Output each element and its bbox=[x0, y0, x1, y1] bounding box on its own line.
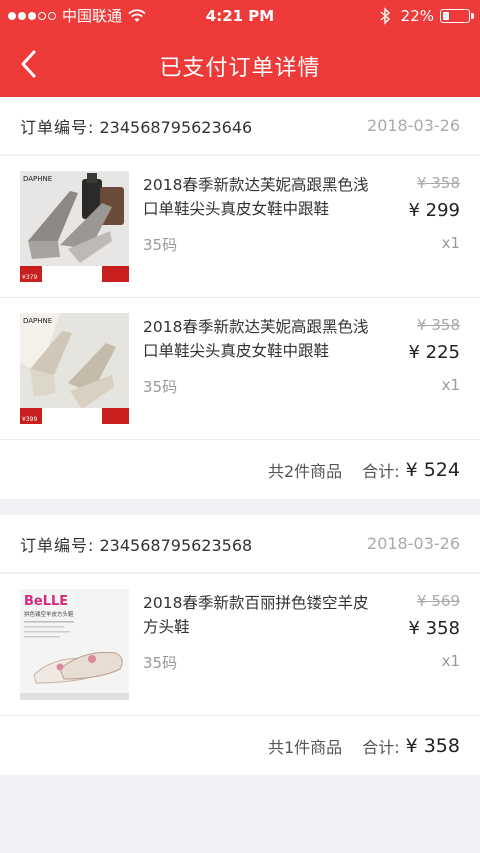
order-number-value: 234568795623568 bbox=[99, 535, 253, 555]
original-price: ¥ 569 bbox=[417, 592, 460, 610]
product-title: 2018春季新款百丽拼色镂空羊皮方头鞋 bbox=[143, 594, 369, 636]
item-quantity: x1 bbox=[441, 376, 460, 394]
order-card[interactable]: 订单编号: 234568795623646 2018-03-26 DAPHNE bbox=[0, 97, 480, 499]
order-number-label: 订单编号: bbox=[20, 535, 95, 555]
item-count: 共1件商品 bbox=[268, 737, 343, 757]
item-quantity: x1 bbox=[441, 652, 460, 670]
product-size: 35码 bbox=[143, 378, 178, 396]
order-summary: 共2件商品 合计: ¥ 524 bbox=[0, 439, 480, 499]
order-number: 订单编号: 234568795623646 bbox=[20, 114, 252, 138]
status-right: 22% bbox=[379, 0, 474, 32]
status-bar: 中国联通 4:21 PM 22% bbox=[0, 0, 480, 32]
total-label: 合计: bbox=[362, 737, 400, 757]
product-image[interactable]: DAPHNE ¥379 bbox=[20, 171, 129, 282]
order-total: ¥ 524 bbox=[405, 458, 460, 481]
order-date: 2018-03-26 bbox=[367, 534, 460, 553]
original-price: ¥ 358 bbox=[417, 316, 460, 334]
order-item[interactable]: DAPHNE ¥399 2018春季新款达芙妮高跟黑色浅口单鞋尖头真皮女鞋中跟鞋… bbox=[0, 297, 480, 439]
top-bar: 中国联通 4:21 PM 22% 已支付订单详情 bbox=[0, 0, 480, 97]
bluetooth-icon bbox=[380, 7, 390, 25]
product-brand-text: DAPHNE bbox=[23, 175, 52, 183]
battery-icon bbox=[440, 9, 474, 23]
product-photo: BeLLE 拼色镂空羊皮方头鞋 bbox=[20, 589, 129, 700]
order-date: 2018-03-26 bbox=[367, 116, 460, 135]
paid-price: ¥ 225 bbox=[408, 342, 460, 363]
order-total: ¥ 358 bbox=[405, 734, 460, 757]
original-price: ¥ 358 bbox=[417, 174, 460, 192]
product-brand-text: BeLLE bbox=[24, 594, 68, 609]
product-image[interactable]: BeLLE 拼色镂空羊皮方头鞋 bbox=[20, 589, 129, 700]
paid-price: ¥ 358 bbox=[408, 618, 460, 639]
item-quantity: x1 bbox=[441, 234, 460, 252]
product-title: 2018春季新款达芙妮高跟黑色浅口单鞋尖头真皮女鞋中跟鞋 bbox=[143, 176, 369, 218]
item-count: 共2件商品 bbox=[268, 461, 343, 481]
battery-cap bbox=[471, 13, 474, 19]
product-photo: DAPHNE ¥399 bbox=[20, 313, 129, 424]
product-promo-text: ¥399 bbox=[22, 416, 37, 423]
nav-bar: 已支付订单详情 bbox=[0, 32, 480, 97]
product-promo-text: ¥379 bbox=[22, 274, 37, 281]
product-size: 35码 bbox=[143, 654, 178, 672]
order-summary: 共1件商品 合计: ¥ 358 bbox=[0, 715, 480, 775]
order-header: 订单编号: 234568795623568 2018-03-26 bbox=[0, 515, 480, 573]
paid-price: ¥ 299 bbox=[408, 200, 460, 221]
product-photo: DAPHNE ¥379 bbox=[20, 171, 129, 282]
product-title: 2018春季新款达芙妮高跟黑色浅口单鞋尖头真皮女鞋中跟鞋 bbox=[143, 318, 369, 360]
product-size: 35码 bbox=[143, 236, 178, 254]
battery-fill bbox=[443, 12, 449, 20]
order-header: 订单编号: 234568795623646 2018-03-26 bbox=[0, 97, 480, 155]
order-number: 订单编号: 234568795623568 bbox=[20, 532, 252, 556]
total-label: 合计: bbox=[362, 461, 400, 481]
product-tagline-text: 拼色镂空羊皮方头鞋 bbox=[24, 610, 74, 618]
order-number-value: 234568795623646 bbox=[99, 117, 253, 137]
product-brand-text: DAPHNE bbox=[23, 317, 52, 325]
order-list: 订单编号: 234568795623646 2018-03-26 DAPHNE bbox=[0, 97, 480, 791]
product-image[interactable]: DAPHNE ¥399 bbox=[20, 313, 129, 424]
order-card[interactable]: 订单编号: 234568795623568 2018-03-26 BeLLE 拼… bbox=[0, 515, 480, 775]
order-item[interactable]: BeLLE 拼色镂空羊皮方头鞋 2018春季新款百丽拼色镂空羊皮方头鞋 35码 … bbox=[0, 573, 480, 715]
battery-percent: 22% bbox=[400, 7, 434, 25]
order-item[interactable]: DAPHNE ¥379 2018春季新款达芙妮高跟黑色浅口单鞋尖头真皮女鞋中跟鞋… bbox=[0, 155, 480, 297]
order-number-label: 订单编号: bbox=[20, 117, 95, 137]
page-title: 已支付订单详情 bbox=[159, 56, 321, 81]
